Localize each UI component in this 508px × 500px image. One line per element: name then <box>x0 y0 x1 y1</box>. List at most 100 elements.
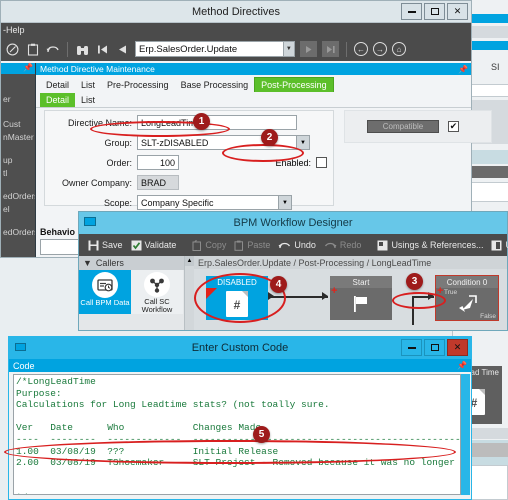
app-icon <box>15 343 26 351</box>
close-button[interactable]: ✕ <box>447 339 468 356</box>
tree-item[interactable]: up <box>1 153 35 166</box>
navigation-tree-panel: 📌 er Cust nMaster up tl edOrders el edOr… <box>1 63 35 257</box>
method-combo[interactable]: ▼ <box>135 41 295 57</box>
add-icon[interactable]: + <box>437 286 443 297</box>
paste-label: Paste <box>247 240 271 250</box>
tab-pre-processing[interactable]: Pre-Processing <box>101 78 175 92</box>
tab-detail[interactable]: Detail <box>40 78 75 92</box>
condition-node[interactable]: Condition 0 + True False <box>435 275 499 321</box>
menu-bar[interactable]: -Help <box>1 23 471 37</box>
disabled-node-body[interactable]: # <box>206 288 268 320</box>
save-button[interactable]: Save <box>86 240 125 251</box>
pin-icon[interactable]: 📌 <box>457 361 467 370</box>
code-editor[interactable]: /*LongLeadTime Purpose: Calculations for… <box>13 374 461 495</box>
code-caption-label: Code <box>13 360 35 371</box>
add-icon[interactable]: + <box>331 286 337 297</box>
undo-label: Undo <box>294 240 316 250</box>
directive-name-label: Directive Name: <box>67 117 132 128</box>
callers-header[interactable]: ▼ Callers <box>79 256 184 270</box>
enabled-label: Enabled: <box>275 157 311 168</box>
chevron-down-icon[interactable]: ▼ <box>83 258 92 268</box>
scope-combo[interactable]: Company Specific ▼ <box>137 195 292 210</box>
condition-node-label: Condition 0 <box>436 276 498 288</box>
method-combo-input[interactable] <box>136 42 283 56</box>
tree-item[interactable]: Cust <box>1 117 35 130</box>
tree-item[interactable]: tl <box>1 166 35 179</box>
chevron-down-icon[interactable]: ▼ <box>297 135 310 150</box>
forward-icon[interactable]: → <box>373 42 387 56</box>
tree-item[interactable]: er <box>1 92 35 105</box>
tab-base-processing[interactable]: Base Processing <box>175 78 255 92</box>
order-input[interactable]: 100 <box>137 155 179 170</box>
maximize-button[interactable] <box>424 339 445 356</box>
caller-item-call-bpm-data[interactable]: Call BPM Data <box>79 270 131 314</box>
home-icon[interactable]: ⌂ <box>392 42 406 56</box>
minimize-button[interactable] <box>401 339 422 356</box>
toolbar-separator <box>67 41 68 57</box>
group-combo[interactable]: SLT-zDISABLED ▼ <box>137 135 310 150</box>
disabled-node[interactable]: DISABLED # <box>206 276 268 320</box>
clipboard-icon[interactable] <box>25 42 40 57</box>
scroll-up-icon[interactable]: ▲ <box>185 256 194 266</box>
bpm-titlebar[interactable]: BPM Workflow Designer <box>79 212 507 234</box>
owner-company-value: BRAD <box>137 175 179 190</box>
workflow-canvas[interactable]: Erp.SalesOrder.Update / Post-Processing … <box>194 256 507 330</box>
custom-code-titlebar[interactable]: Enter Custom Code ✕ <box>9 337 471 359</box>
dropdown-arrow-icon[interactable]: ▼ <box>282 42 294 56</box>
tab-list[interactable]: List <box>75 78 101 92</box>
paste-icon <box>234 240 244 251</box>
arrowhead-icon <box>428 292 434 300</box>
paste-button[interactable]: Paste <box>232 240 272 251</box>
method-directives-titlebar[interactable]: Method Directives ✕ <box>1 1 471 23</box>
prev-record-icon[interactable] <box>115 42 130 57</box>
tree-item[interactable]: el <box>1 202 35 215</box>
copy-button[interactable]: Copy <box>190 239 228 251</box>
pin-icon[interactable]: 📌 <box>23 64 33 72</box>
back-icon[interactable]: ← <box>354 42 368 56</box>
compatible-checkbox[interactable]: ✔ <box>448 121 459 132</box>
chevron-down-icon[interactable]: ▼ <box>279 195 292 210</box>
subtab-detail[interactable]: Detail <box>40 93 76 107</box>
directive-form: Directive Name: LongLeadTime Group: SLT-… <box>44 110 334 210</box>
condition-false-label: False <box>480 313 496 320</box>
menu-help[interactable]: -Help <box>3 25 25 35</box>
caller-item-call-sc-workflow[interactable]: Call SC Workflow <box>131 270 183 314</box>
start-node-body[interactable]: + <box>330 286 392 320</box>
order-row: Order: 100 Enabled: <box>45 154 333 171</box>
next-record-icon[interactable] <box>300 41 317 57</box>
subtab-list[interactable]: List <box>75 93 101 107</box>
usings-references-button[interactable]: Usings & References... <box>375 240 485 251</box>
tree-item[interactable]: edOrders <box>1 189 35 202</box>
clear-icon[interactable] <box>5 42 20 57</box>
last-record-icon[interactable] <box>322 41 339 57</box>
code-scrollbar[interactable] <box>461 374 470 495</box>
window-button[interactable]: U <box>489 240 508 251</box>
search-binoculars-icon[interactable] <box>75 42 90 57</box>
start-node[interactable]: Start + <box>330 276 392 320</box>
behavior-input[interactable] <box>40 239 80 255</box>
tab-post-processing[interactable]: Post-Processing <box>254 77 334 92</box>
tree-item[interactable]: edOrders <box>1 225 35 238</box>
close-button[interactable]: ✕ <box>447 3 468 20</box>
undo-icon[interactable] <box>45 42 60 57</box>
minimize-button[interactable] <box>401 3 422 20</box>
redo-button[interactable]: Redo <box>322 240 364 250</box>
undo-button[interactable]: Undo <box>276 240 318 250</box>
panel-pin-icon[interactable]: 📌 <box>458 65 468 74</box>
arrow-action-icon <box>459 295 477 312</box>
code-text[interactable]: /*LongLeadTime Purpose: Calculations for… <box>16 376 460 494</box>
undo-icon <box>279 242 291 248</box>
compatible-button[interactable]: Compatible <box>367 120 439 133</box>
group-label: Group: <box>104 137 132 148</box>
enabled-checkbox[interactable] <box>316 157 327 168</box>
directive-name-input[interactable]: LongLeadTime <box>137 115 297 130</box>
bpm-workflow-designer-window: BPM Workflow Designer Save Validate Copy… <box>78 211 508 331</box>
condition-node-body[interactable]: + True False <box>436 286 498 320</box>
callers-scrollbar[interactable]: ▲ <box>184 256 194 330</box>
first-record-icon[interactable] <box>95 42 110 57</box>
maximize-button[interactable] <box>424 3 445 20</box>
group-input[interactable]: SLT-zDISABLED <box>137 135 297 150</box>
scope-input[interactable]: Company Specific <box>137 195 279 210</box>
tree-item[interactable]: nMaster <box>1 130 35 143</box>
validate-button[interactable]: Validate <box>129 240 179 251</box>
